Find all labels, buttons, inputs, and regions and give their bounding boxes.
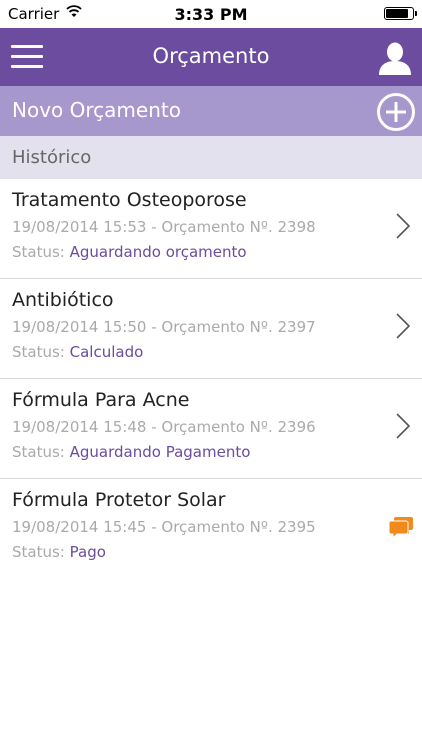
- status-value: Calculado: [69, 343, 144, 361]
- item-title: Fórmula Para Acne: [12, 389, 190, 411]
- battery-icon: [384, 7, 417, 20]
- item-title: Fórmula Protetor Solar: [12, 489, 226, 511]
- status-value: Aguardando Pagamento: [69, 443, 251, 461]
- status-value: Pago: [69, 543, 106, 561]
- new-budget-button[interactable]: Novo Orçamento: [0, 86, 422, 136]
- item-title: Tratamento Osteoporose: [12, 189, 247, 211]
- item-meta: 19/08/2014 15:45 - Orçamento Nº. 2395: [12, 518, 316, 536]
- list-item[interactable]: Fórmula Protetor Solar 19/08/2014 15:45 …: [0, 479, 422, 579]
- status-label: Status:: [12, 343, 65, 361]
- item-meta: 19/08/2014 15:53 - Orçamento Nº. 2398: [12, 218, 316, 236]
- list-item[interactable]: Tratamento Osteoporose 19/08/2014 15:53 …: [0, 179, 422, 279]
- chat-bubbles-icon[interactable]: [388, 515, 414, 539]
- add-circle-icon[interactable]: [376, 92, 416, 132]
- page-title: Orçamento: [152, 44, 270, 68]
- clock: 3:33 PM: [174, 5, 248, 24]
- budget-list: Tratamento Osteoporose 19/08/2014 15:53 …: [0, 179, 422, 579]
- status-label: Status:: [12, 543, 65, 561]
- item-status: Status: Pago: [12, 543, 106, 561]
- list-item[interactable]: Fórmula Para Acne 19/08/2014 15:48 - Orç…: [0, 379, 422, 479]
- status-label: Status:: [12, 243, 65, 261]
- chevron-right-icon[interactable]: [396, 313, 410, 339]
- item-status: Status: Aguardando orçamento: [12, 243, 247, 261]
- chevron-right-icon[interactable]: [396, 413, 410, 439]
- item-status: Status: Calculado: [12, 343, 143, 361]
- item-meta: 19/08/2014 15:50 - Orçamento Nº. 2397: [12, 318, 316, 336]
- profile-icon[interactable]: [377, 40, 413, 76]
- nav-bar: Orçamento: [0, 28, 422, 86]
- list-item[interactable]: Antibiótico 19/08/2014 15:50 - Orçamento…: [0, 279, 422, 379]
- status-label: Status:: [12, 443, 65, 461]
- item-title: Antibiótico: [12, 289, 114, 311]
- new-budget-label: Novo Orçamento: [12, 98, 181, 122]
- status-value: Aguardando orçamento: [69, 243, 247, 261]
- item-meta: 19/08/2014 15:48 - Orçamento Nº. 2396: [12, 418, 316, 436]
- battery-level: [386, 9, 408, 18]
- status-bar: Carrier 3:33 PM: [0, 0, 422, 28]
- history-section-header: Histórico: [0, 136, 422, 179]
- item-status: Status: Aguardando Pagamento: [12, 443, 250, 461]
- chevron-right-icon[interactable]: [396, 213, 410, 239]
